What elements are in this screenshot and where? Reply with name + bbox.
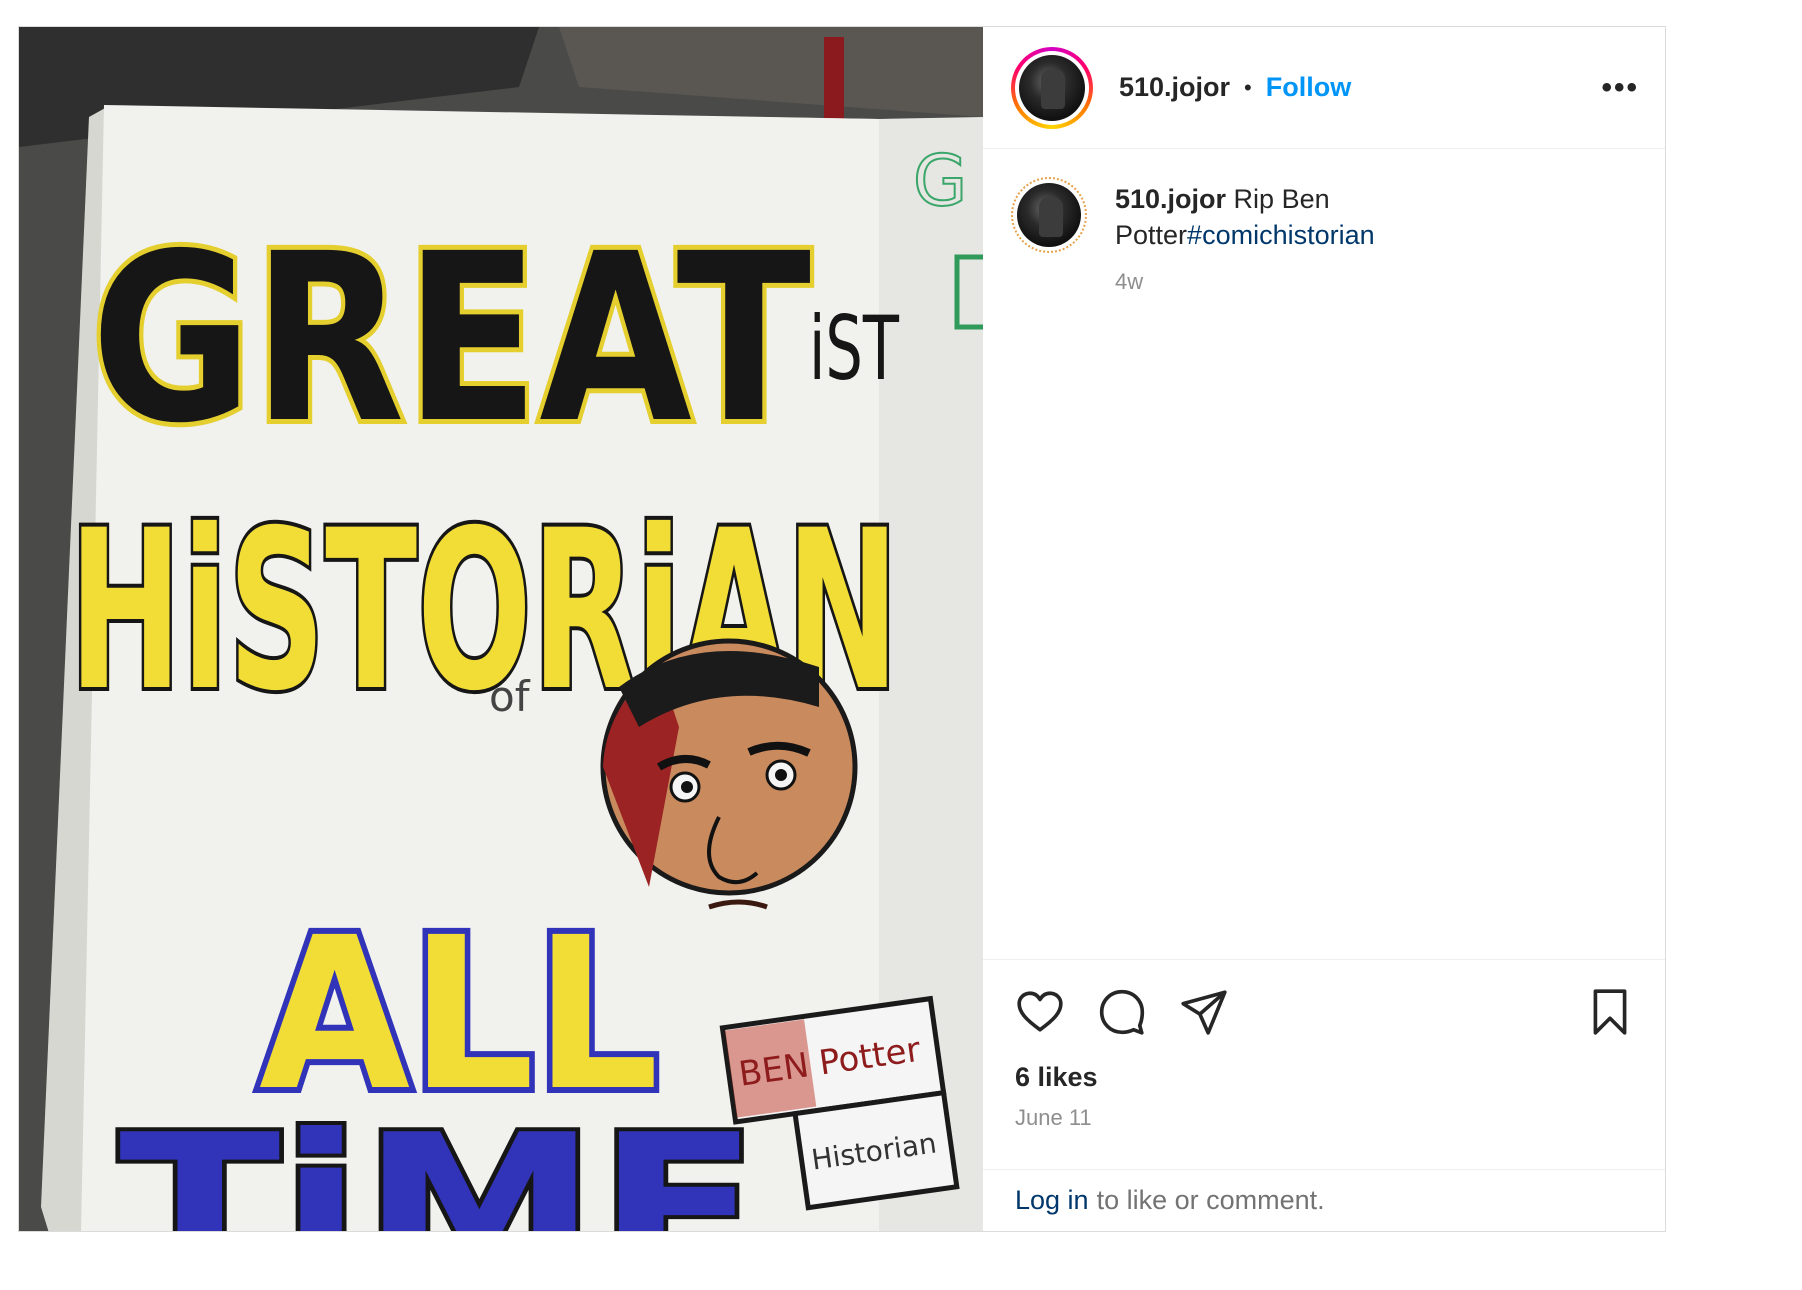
caption-avatar xyxy=(1017,183,1081,247)
login-link[interactable]: Log in xyxy=(1015,1185,1089,1216)
edge-letter: G xyxy=(913,140,967,222)
caption-area: 510.jojor Rip Ben Potter#comichistorian … xyxy=(983,149,1665,959)
author-username[interactable]: 510.jojor xyxy=(1119,72,1230,103)
sketchbook-artwork: G GREAT iST HiSTORiAN of ALL TiME BEN Po… xyxy=(19,27,983,1231)
action-bar xyxy=(1015,984,1637,1040)
caption-username[interactable]: 510.jojor xyxy=(1115,184,1226,214)
login-prompt: Log in to like or comment. xyxy=(983,1169,1665,1231)
bookmark-ribbon xyxy=(824,37,844,127)
post-date: June 11 xyxy=(1015,1105,1092,1130)
art-word-ist: iST xyxy=(809,297,900,400)
avatar xyxy=(1019,54,1085,121)
art-word-of: of xyxy=(489,672,531,721)
actions-section: 6 likes June 11 xyxy=(983,959,1665,1169)
heart-icon[interactable] xyxy=(1015,987,1065,1037)
caption-text: 510.jojor Rip Ben Potter#comichistorian xyxy=(1115,181,1435,253)
post-sidebar: 510.jojor • Follow ••• 510.jojor Rip Ben… xyxy=(983,27,1665,1231)
separator-dot: • xyxy=(1244,74,1252,100)
comment-icon[interactable] xyxy=(1097,987,1147,1037)
story-ring[interactable] xyxy=(1011,46,1093,129)
bookmark-icon[interactable] xyxy=(1585,987,1635,1037)
art-word-time: TiME xyxy=(119,1092,759,1231)
art-word-great: GREAT xyxy=(91,204,811,474)
instagram-post: G GREAT iST HiSTORiAN of ALL TiME BEN Po… xyxy=(18,26,1666,1232)
share-icon[interactable] xyxy=(1179,987,1229,1037)
post-header: 510.jojor • Follow ••• xyxy=(983,27,1665,149)
caption-avatar-ring[interactable] xyxy=(1011,177,1087,253)
caption-hashtag[interactable]: #comichistorian xyxy=(1187,220,1375,250)
likes-count[interactable]: 6 likes xyxy=(1015,1062,1637,1093)
login-text: to like or comment. xyxy=(1096,1185,1325,1215)
follow-button[interactable]: Follow xyxy=(1266,72,1351,103)
caption-age: 4w xyxy=(1115,269,1144,294)
more-options-icon[interactable]: ••• xyxy=(1601,71,1639,105)
post-image[interactable]: G GREAT iST HiSTORiAN of ALL TiME BEN Po… xyxy=(19,27,983,1231)
